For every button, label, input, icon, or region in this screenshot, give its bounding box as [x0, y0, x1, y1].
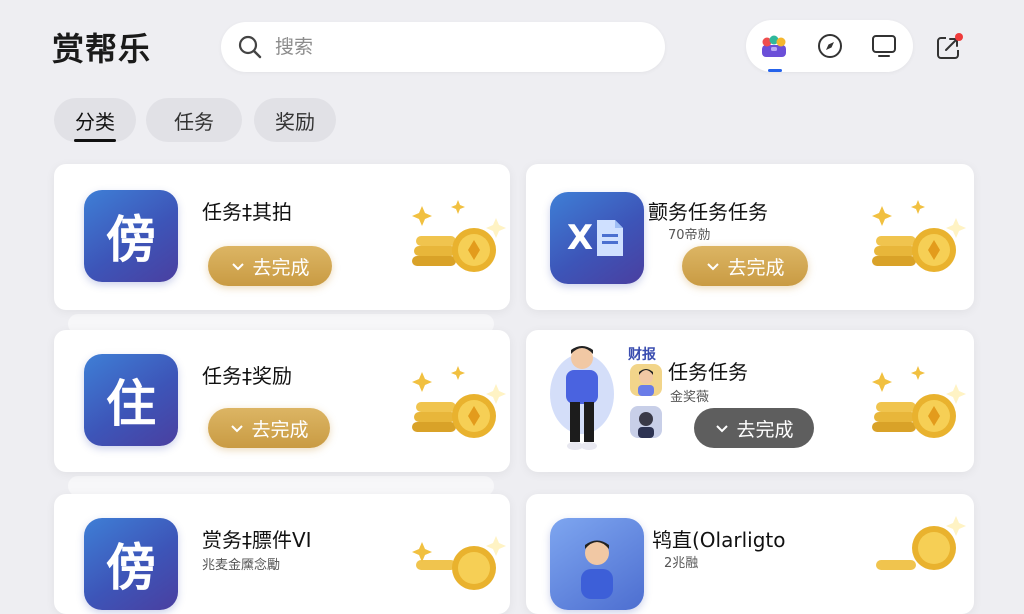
avatar	[630, 364, 662, 396]
card-stack-edge	[68, 476, 494, 496]
corner-label: 财报	[628, 347, 656, 363]
task-card[interactable]: 住 任务‡奖励 去完成	[54, 330, 510, 472]
task-title: 任务‡其拍	[202, 200, 292, 224]
task-app-icon: 住	[84, 354, 178, 446]
nav-active-indicator	[768, 69, 782, 72]
coins-icon	[876, 516, 966, 570]
task-title: 任务‡奖励	[202, 364, 292, 388]
task-card[interactable]: 财报 任务任务 金奖薇 去完成	[526, 330, 974, 472]
task-app-icon	[550, 518, 644, 610]
task-app-icon: 傍	[84, 518, 178, 610]
tab-underline	[74, 139, 116, 142]
chevron-down-icon	[232, 263, 245, 271]
task-title: 赏务‡膘件VI	[202, 528, 312, 552]
task-title: 任务任务	[668, 360, 748, 384]
complete-button[interactable]: 去完成	[682, 246, 808, 286]
document-icon	[597, 220, 624, 256]
complete-button[interactable]: 去完成	[208, 408, 330, 448]
app-title: 赏帮乐	[52, 30, 152, 68]
character-avatar-icon	[581, 540, 613, 599]
tab-category[interactable]: 分类	[54, 98, 136, 142]
task-app-icon-letter: X	[566, 218, 594, 258]
avatar	[630, 406, 662, 438]
complete-button-label: 去完成	[252, 256, 310, 279]
task-card[interactable]: 鸨直(Olarligto 2兆融	[526, 494, 974, 614]
chevron-down-icon	[231, 425, 244, 433]
tv-icon[interactable]	[870, 32, 898, 60]
task-subtitle: 2兆融	[664, 556, 699, 571]
top-nav	[746, 20, 913, 72]
task-app-icon: 傍	[84, 190, 178, 282]
complete-button-label: 去完成	[251, 418, 309, 441]
apps-icon[interactable]	[760, 32, 788, 60]
task-subtitle: 金奖薇	[670, 390, 710, 405]
chevron-down-icon	[716, 425, 729, 433]
task-subtitle: 70帝勍	[668, 228, 711, 243]
complete-button[interactable]: 去完成	[208, 246, 332, 286]
tab-tasks[interactable]: 任务	[146, 98, 242, 142]
coins-icon	[412, 366, 506, 438]
tab-rewards[interactable]: 奖励	[254, 98, 336, 142]
complete-button-label: 去完成	[736, 418, 794, 441]
task-subtitle: 兆麦金黡念勵	[202, 558, 281, 573]
task-card[interactable]: X 颤务任务任务 70帝勍 去完成	[526, 164, 974, 310]
coins-icon	[412, 200, 506, 272]
character-illustration	[550, 346, 614, 450]
complete-button-label: 去完成	[727, 256, 785, 279]
search-icon	[238, 35, 262, 59]
task-title: 鸨直(Olarligto	[652, 528, 786, 552]
search-bar[interactable]	[221, 22, 665, 72]
coins-icon	[872, 200, 966, 272]
coins-icon	[412, 536, 506, 590]
task-title: 颤务任务任务	[648, 200, 768, 224]
search-input[interactable]	[273, 35, 637, 59]
chevron-down-icon	[707, 263, 720, 271]
share-icon	[937, 33, 963, 59]
coins-icon	[872, 366, 966, 438]
compass-icon[interactable]	[816, 32, 844, 60]
task-card[interactable]: 傍 任务‡其拍 去完成	[54, 164, 510, 310]
share-button[interactable]	[934, 32, 964, 62]
task-app-icon: X	[550, 192, 644, 284]
complete-button[interactable]: 去完成	[694, 408, 814, 448]
task-card[interactable]: 傍 赏务‡膘件VI 兆麦金黡念勵	[54, 494, 510, 614]
